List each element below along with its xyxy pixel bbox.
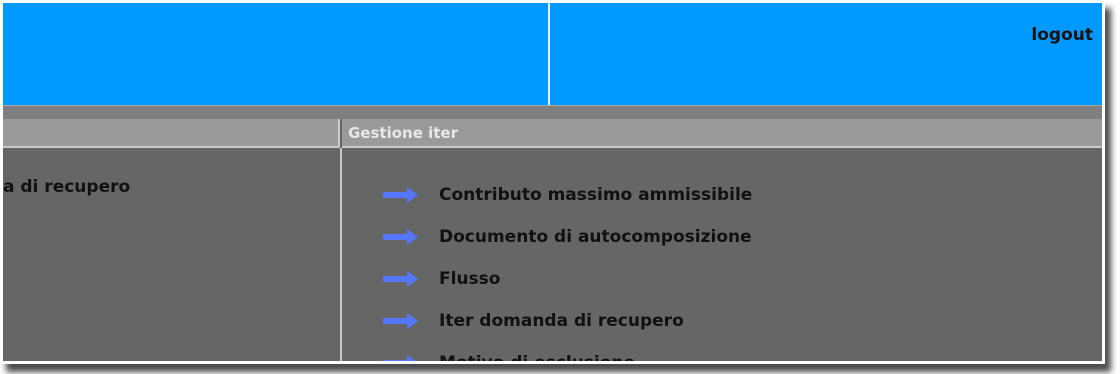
arrow-right-icon bbox=[383, 313, 418, 329]
menu-item-label: Flusso bbox=[439, 269, 501, 289]
menu-item-documento[interactable]: Documento di autocomposizione bbox=[383, 216, 752, 258]
menu-item-label: Motivo di esclusione bbox=[439, 353, 636, 364]
left-menu-item[interactable]: a di recupero bbox=[3, 177, 130, 197]
menu-item-label: Iter domanda di recupero bbox=[439, 311, 684, 331]
arrow-right-icon bbox=[383, 355, 416, 361]
arrow-right-icon bbox=[383, 187, 418, 203]
menu-item-label: Documento di autocomposizione bbox=[439, 227, 752, 247]
menu-item-contributo[interactable]: Contributo massimo ammissibile bbox=[383, 174, 752, 216]
menu-item-motivo[interactable]: Motivo di esclusione bbox=[383, 342, 752, 364]
right-column-header: Gestione iter bbox=[342, 119, 1102, 148]
arrow-right-icon bbox=[383, 271, 418, 287]
left-column-header bbox=[3, 119, 340, 148]
column-divider bbox=[340, 148, 342, 361]
header-left-panel bbox=[3, 3, 550, 105]
arrow-right-icon bbox=[383, 229, 418, 245]
app-frame: logout Gestione iter a di recupero Contr… bbox=[0, 0, 1105, 364]
menu-item-flusso[interactable]: Flusso bbox=[383, 258, 752, 300]
header-right-panel: logout bbox=[550, 3, 1102, 105]
logout-link[interactable]: logout bbox=[1031, 25, 1093, 45]
header-bar: logout bbox=[3, 3, 1102, 105]
menu-item-label: Contributo massimo ammissibile bbox=[439, 185, 753, 205]
header-separator bbox=[3, 105, 1102, 120]
menu-item-iter-domanda[interactable]: Iter domanda di recupero bbox=[383, 300, 752, 342]
content-area: Gestione iter a di recupero Contributo m… bbox=[3, 119, 1102, 364]
gestione-iter-menu: Contributo massimo ammissibile Documento… bbox=[383, 174, 752, 364]
